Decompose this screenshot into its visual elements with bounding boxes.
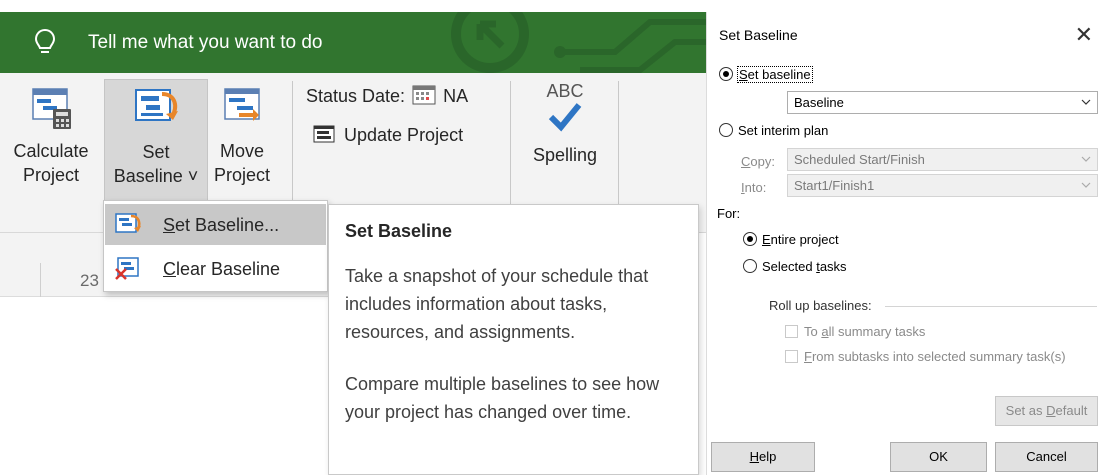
- spelling-abc-text: ABC: [546, 81, 584, 101]
- roll-up-baselines-label: Roll up baselines:: [769, 298, 872, 313]
- menu-item-clear-baseline[interactable]: Clear Baseline: [105, 248, 326, 289]
- tell-me-bar[interactable]: Tell me what you want to do: [0, 12, 706, 73]
- set-baseline-radio-label[interactable]: Set baseline: [737, 66, 813, 83]
- cancel-button[interactable]: Cancel: [995, 442, 1098, 472]
- copy-select-value: Scheduled Start/Finish: [794, 152, 925, 167]
- chevron-down-icon: [1081, 182, 1091, 188]
- to-all-summary-tasks-checkbox[interactable]: [785, 325, 798, 338]
- set-interim-plan-radio[interactable]: [719, 123, 733, 137]
- tooltip-paragraph-2: Compare multiple baselines to see how yo…: [345, 374, 660, 422]
- tooltip-title: Set Baseline: [345, 221, 453, 241]
- circuit-decoration: [451, 12, 706, 73]
- ruler-tick: [40, 263, 41, 297]
- set-baseline-label-1: Set: [142, 142, 170, 162]
- calculate-project-label-2: Project: [22, 165, 80, 185]
- chevron-down-icon: [1081, 156, 1091, 162]
- set-baseline-tooltip: Set Baseline Take a snapshot of your sch…: [328, 204, 699, 475]
- baseline-select[interactable]: Baseline: [787, 91, 1098, 114]
- ribbon-separator: [510, 81, 511, 205]
- set-baseline-dropdown: Set Baseline... Clear Baseline: [103, 200, 328, 292]
- set-baseline-icon: [135, 89, 178, 121]
- copy-select[interactable]: Scheduled Start/Finish: [787, 148, 1098, 171]
- status-date-label: Status Date:: [306, 86, 406, 106]
- copy-label: Copy:: [741, 154, 775, 169]
- spelling-label: Spelling: [532, 145, 598, 165]
- set-baseline-dialog: Set Baseline ✕ Set baseline Baseline Set…: [706, 12, 1099, 475]
- calculate-project-icon: [32, 88, 71, 129]
- checkmark-icon: [548, 103, 582, 132]
- set-baseline-label-2: Baseline ˅: [113, 166, 199, 186]
- ribbon-separator: [292, 81, 293, 205]
- help-button[interactable]: Help: [711, 442, 815, 472]
- dialog-title: Set Baseline: [719, 27, 798, 43]
- close-icon[interactable]: ✕: [1075, 22, 1093, 48]
- ok-button[interactable]: OK: [890, 442, 987, 472]
- status-date-value: NA: [443, 86, 469, 106]
- entire-project-radio[interactable]: [743, 232, 757, 246]
- ruler-number: 23: [80, 271, 99, 290]
- tell-me-text[interactable]: Tell me what you want to do: [88, 32, 322, 54]
- set-baseline-radio[interactable]: [719, 67, 733, 81]
- into-label: Into:: [741, 180, 767, 195]
- update-project-icon: [313, 125, 335, 143]
- into-select-value: Start1/Finish1: [794, 178, 875, 193]
- calendar-icon: [412, 85, 436, 105]
- update-project-label: Update Project: [344, 125, 464, 145]
- set-baseline-button[interactable]: Set Baseline ˅: [104, 79, 208, 207]
- tooltip-paragraph-1: Take a snapshot of your schedule that in…: [345, 266, 649, 342]
- to-all-summary-tasks-label: To all summary tasks: [804, 324, 926, 339]
- move-project-icon: [224, 88, 260, 121]
- move-project-label-1: Move: [219, 141, 264, 161]
- set-interim-plan-label[interactable]: Set interim plan: [738, 123, 828, 138]
- move-project-label-2: Project: [213, 165, 271, 185]
- from-subtasks-checkbox[interactable]: [785, 350, 798, 363]
- set-as-default-button[interactable]: Set as Default: [995, 396, 1098, 426]
- for-label: For:: [717, 206, 741, 221]
- selected-tasks-radio[interactable]: [743, 259, 757, 273]
- into-select[interactable]: Start1/Finish1: [787, 174, 1098, 197]
- baseline-select-value: Baseline: [794, 95, 844, 110]
- clear-baseline-icon: [115, 257, 139, 280]
- menu-item-clear-baseline-label: Clear Baseline: [163, 259, 281, 279]
- set-baseline-icon: [115, 213, 141, 233]
- menu-item-set-baseline[interactable]: Set Baseline...: [105, 204, 326, 245]
- selected-tasks-label[interactable]: Selected tasks: [762, 259, 847, 274]
- calculate-project-button[interactable]: Calculate Project: [2, 79, 100, 205]
- spelling-button[interactable]: ABC Spelling: [520, 79, 610, 205]
- from-subtasks-label: From subtasks into selected summary task…: [804, 349, 1066, 364]
- calculate-project-label-1: Calculate: [13, 141, 89, 161]
- update-project-button[interactable]: Update Project: [313, 125, 463, 146]
- entire-project-label[interactable]: Entire project: [762, 232, 839, 247]
- status-date-button[interactable]: Status Date: NA: [306, 85, 468, 107]
- menu-item-set-baseline-label: Set Baseline...: [163, 215, 280, 235]
- move-project-button[interactable]: Move Project: [208, 79, 276, 205]
- group-divider: [885, 306, 1097, 307]
- lightbulb-icon: [34, 28, 56, 53]
- chevron-down-icon: [1081, 99, 1091, 105]
- ribbon-separator: [618, 81, 619, 205]
